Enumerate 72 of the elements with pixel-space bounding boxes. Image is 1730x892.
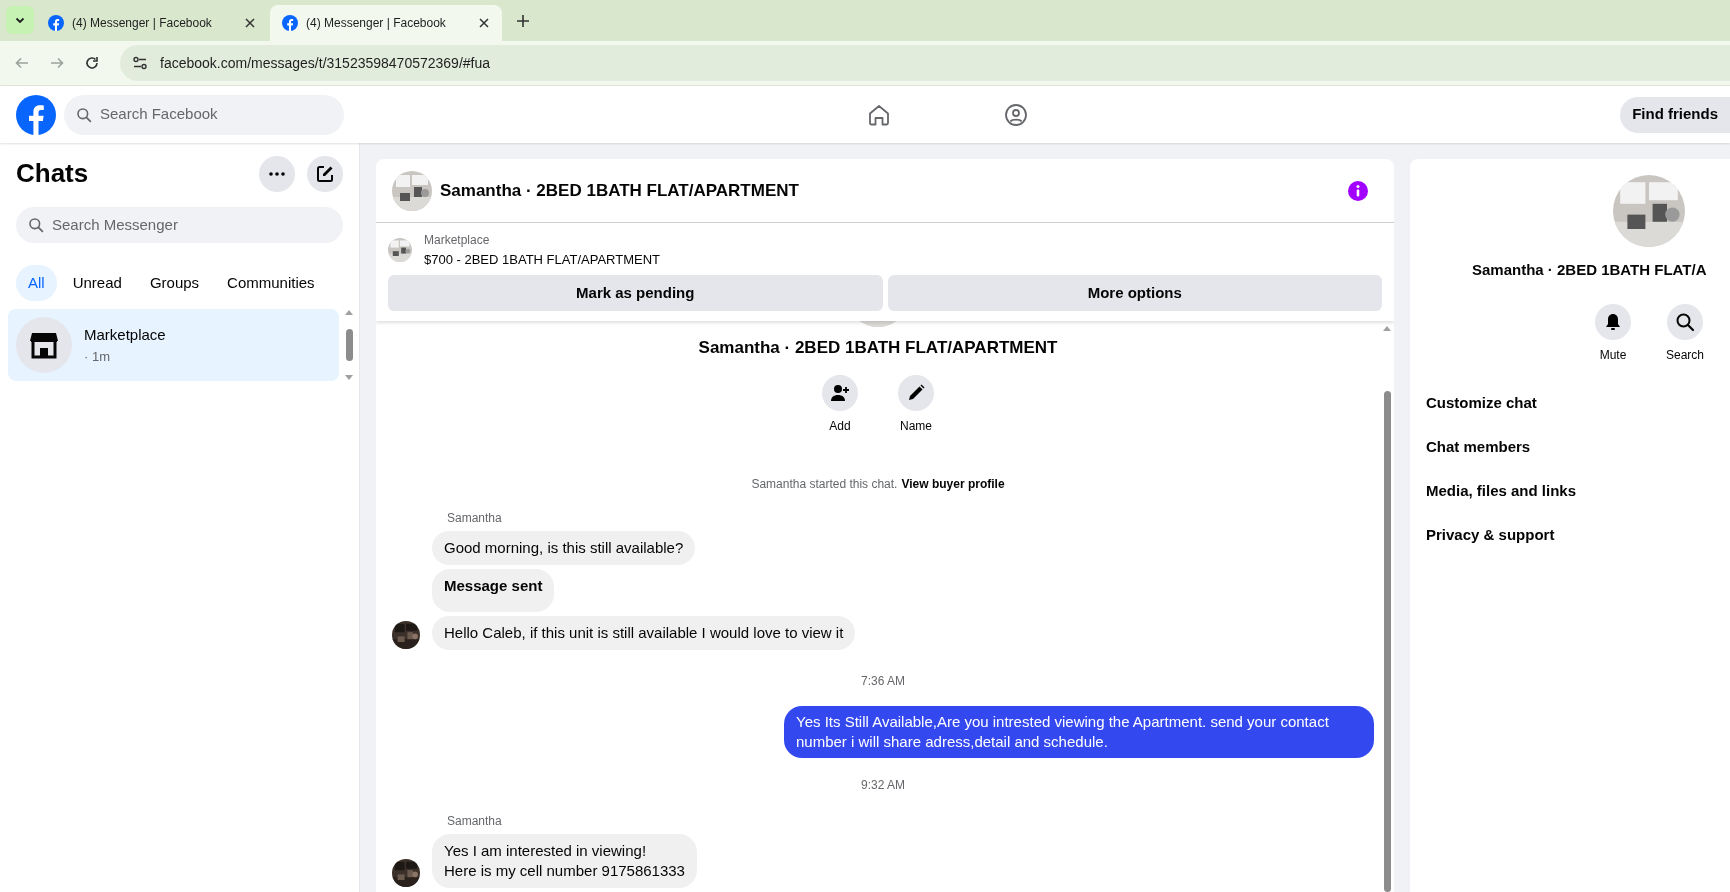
details-action-label: Search	[1666, 346, 1704, 364]
intro-action-label: Add	[829, 418, 851, 435]
intro-name: Samantha · 2BED 1BATH FLAT/APARTMENT	[698, 336, 1058, 359]
received-message[interactable]: Hello Caleb, if this unit is still available I would love to view it	[432, 616, 856, 650]
chat-started-notice: Samantha started this chat.	[751, 476, 898, 493]
received-message[interactable]: Message sent	[432, 569, 555, 612]
reload-icon[interactable]	[84, 55, 100, 71]
more-button[interactable]	[259, 155, 295, 192]
details-menu-item[interactable]: Chat members	[1410, 425, 1730, 470]
new-tab-icon[interactable]	[516, 13, 530, 28]
contact-name: Samantha · 2BED 1BATH FLAT/A	[1472, 260, 1708, 280]
intro-action-label: Name	[900, 418, 932, 435]
pencil-icon	[906, 383, 926, 403]
new-message-button[interactable]	[307, 155, 343, 192]
browser-tab[interactable]: (4) Messenger | Facebook	[270, 5, 502, 41]
received-message[interactable]: Yes I am interested in viewing! Here is my cell number 9175861333	[432, 834, 697, 888]
received-message[interactable]: Good morning, is this still available?	[432, 531, 696, 565]
details-menu-item[interactable]: Privacy & support	[1410, 513, 1730, 558]
details-action-button[interactable]	[1595, 303, 1631, 340]
tab-title: (4) Messenger | Facebook	[72, 15, 213, 32]
listing-action-button[interactable]: More options	[887, 275, 1382, 311]
sent-message[interactable]: Yes Its Still Available,Are you intrested viewing the Apartment. send your contact number i will share adress,detail and schedule.	[784, 706, 1374, 758]
url-text: facebook.com/messages/t/31523598470572369/#fua	[160, 53, 491, 73]
search-icon	[28, 217, 44, 233]
search-field[interactable]: Search Messenger	[16, 207, 343, 243]
listing-action-button[interactable]: Mark as pending	[388, 275, 883, 311]
details-menu-item[interactable]: Customize chat	[1410, 381, 1730, 426]
timestamp: 9:32 AM	[861, 777, 905, 794]
search-placeholder: Search Facebook	[100, 104, 218, 125]
timestamp: 7:36 AM	[861, 673, 905, 690]
chats-title: Chats	[16, 157, 90, 190]
chat-title[interactable]: Samantha · 2BED 1BATH FLAT/APARTMENT	[440, 177, 1340, 204]
compose-icon	[315, 163, 335, 184]
search-icon	[1675, 311, 1695, 332]
add-person-icon	[830, 383, 850, 403]
sender-name: Samantha	[447, 813, 503, 830]
info-icon[interactable]	[1348, 180, 1368, 201]
tab-list-button[interactable]	[6, 5, 34, 34]
filter-tab[interactable]: Communities	[215, 265, 327, 301]
intro-action-button[interactable]	[822, 375, 858, 411]
chat-time: · 1m	[84, 347, 111, 366]
sender-name: Samantha	[447, 510, 503, 527]
site-settings-icon[interactable]	[132, 55, 148, 71]
more-icon	[269, 171, 285, 176]
details-menu-item[interactable]: Media, files and links	[1410, 469, 1730, 514]
facebook-icon	[282, 15, 298, 31]
chat-name: Marketplace	[84, 325, 166, 345]
facebook-logo[interactable]	[16, 94, 56, 135]
details-action-button[interactable]	[1667, 303, 1703, 340]
listing-title[interactable]: $700 - 2BED 1BATH FLAT/APARTMENT	[424, 250, 660, 269]
listing-label: Marketplace	[424, 232, 491, 249]
filter-tab[interactable]: All	[16, 265, 57, 301]
browser-tab[interactable]: (4) Messenger | Facebook	[36, 5, 268, 41]
view-buyer-profile-link[interactable]: View buyer profile	[901, 475, 1005, 493]
intro-action-button[interactable]	[898, 375, 934, 411]
find-friends-button[interactable]: Find friends	[1620, 96, 1730, 133]
filter-tab[interactable]: Groups	[137, 265, 212, 301]
chat-list-item[interactable]: Marketplace · 1m	[8, 309, 339, 381]
home-icon[interactable]	[867, 102, 891, 127]
address-bar[interactable]: facebook.com/messages/t/31523598470572369/#fua	[120, 45, 1730, 81]
facebook-icon	[48, 15, 64, 31]
close-icon[interactable]	[244, 17, 256, 29]
bell-icon	[1603, 311, 1623, 332]
friends-icon[interactable]	[1004, 102, 1028, 127]
search-icon	[76, 106, 92, 123]
filter-tab[interactable]: Unread	[60, 265, 134, 301]
details-action-label: Mute	[1599, 346, 1627, 364]
search-placeholder: Search Messenger	[52, 214, 178, 235]
close-icon[interactable]	[478, 17, 490, 29]
scrollbar[interactable]	[343, 309, 355, 381]
tab-title: (4) Messenger | Facebook	[306, 15, 447, 32]
search-field[interactable]: Search Facebook	[64, 94, 344, 135]
